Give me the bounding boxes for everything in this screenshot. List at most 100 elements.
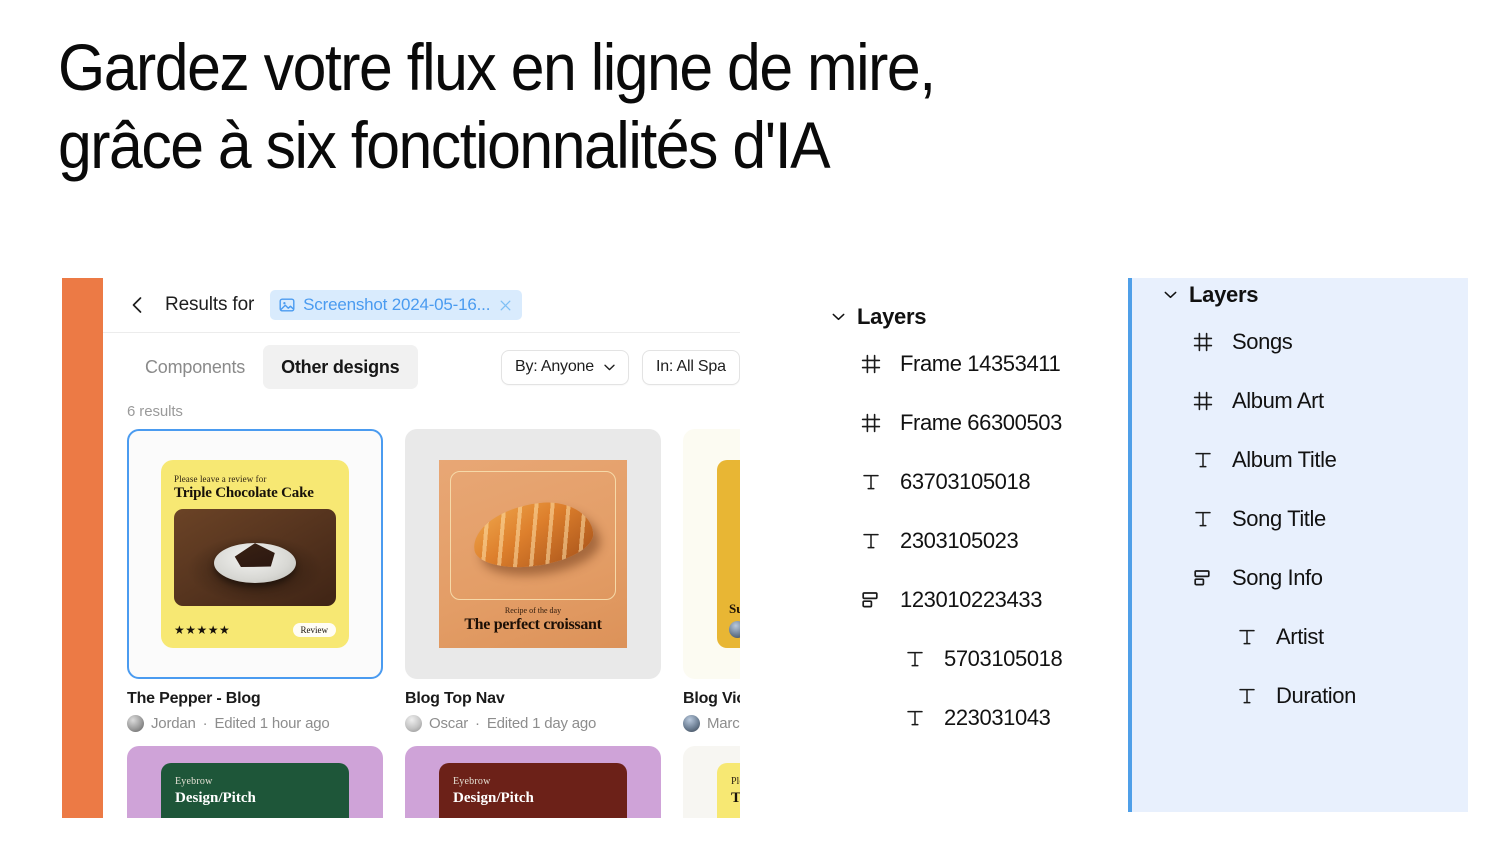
layer-row[interactable]: Duration	[1132, 666, 1468, 725]
orange-accent-rail	[62, 278, 103, 818]
layer-row[interactable]: Song Info	[1132, 548, 1468, 607]
result-card-subtitle: Oscar · Edited 1 day ago	[405, 715, 661, 732]
search-results-panel: Results for Screenshot 2024-05-16... Com…	[62, 278, 740, 818]
filter-in-all-spaces-label: In: All Spa	[655, 358, 726, 375]
results-grid-row-2: Eyebrow Design/Pitch Eyebrow Design/Pitc…	[103, 746, 740, 818]
review-pill: Review	[292, 623, 336, 637]
layers-section-header[interactable]: Layers	[826, 300, 1116, 334]
layer-label: 63703105018	[900, 468, 1031, 494]
tab-other-designs[interactable]: Other designs	[263, 345, 418, 389]
results-header: Results for Screenshot 2024-05-16...	[103, 278, 740, 332]
tab-components[interactable]: Components	[127, 345, 263, 389]
layer-label: 223031043	[944, 704, 1051, 730]
avatar	[729, 621, 740, 638]
layer-label: Album Art	[1232, 387, 1324, 413]
result-thumbnail[interactable]: Eyebrow Design/Pitch	[127, 746, 383, 818]
results-for-label: Results for	[165, 294, 255, 315]
result-thumbnail[interactable]: Ple Tr	[683, 746, 740, 818]
poster-title: Tr	[731, 790, 740, 806]
result-thumbnail[interactable]: Please leave a review for Triple Chocola…	[127, 429, 383, 679]
layer-row[interactable]: Frame 14353411	[826, 334, 1116, 393]
search-chip-label: Screenshot 2024-05-16...	[303, 295, 491, 314]
text-icon	[860, 530, 882, 552]
frame-icon	[1192, 390, 1214, 412]
result-card-author: Oscar	[429, 715, 469, 732]
layers-title: Layers	[1189, 282, 1259, 307]
frame-icon	[860, 353, 882, 375]
croissant-poster-art: Recipe of the day The perfect croissant	[439, 460, 627, 648]
text-icon	[904, 648, 926, 670]
review-poster-art: Ple Tr	[717, 763, 740, 818]
result-card[interactable]: Recipe of the day The perfect croissant …	[405, 429, 661, 732]
layer-row[interactable]: 5703105018	[826, 629, 1116, 688]
layer-row[interactable]: Album Art	[1132, 371, 1468, 430]
layer-label: Album Title	[1232, 446, 1337, 472]
layer-label: 123010223433	[900, 586, 1043, 612]
layer-row[interactable]: Frame 66300503	[826, 393, 1116, 452]
filter-by-anyone[interactable]: By: Anyone	[501, 349, 629, 385]
group-icon	[1192, 567, 1214, 589]
search-query-chip[interactable]: Screenshot 2024-05-16...	[270, 290, 523, 320]
layer-label: Songs	[1232, 328, 1293, 354]
result-card-title: Blog Vic	[683, 690, 740, 707]
poster-meta: M	[729, 621, 740, 638]
result-card-author: Jordan	[151, 715, 196, 732]
layer-label: 2303105023	[900, 527, 1019, 553]
layers-panel-right: Layers Songs Album Art Album Title Song …	[1128, 278, 1468, 812]
text-icon	[1236, 626, 1258, 648]
text-icon	[904, 707, 926, 729]
search-results-body: Results for Screenshot 2024-05-16... Com…	[103, 278, 740, 818]
layer-row[interactable]: Album Title	[1132, 430, 1468, 489]
layer-label: Frame 66300503	[900, 409, 1062, 435]
star-rating: ★★★★★	[174, 623, 231, 637]
result-card-meta: Blog Top Nav Oscar · Edited 1 day ago	[405, 679, 661, 732]
cake-photo	[174, 509, 336, 606]
filter-by-anyone-label: By: Anyone	[515, 358, 594, 375]
result-thumbnail[interactable]: Recipe of the day The perfect croissant	[405, 429, 661, 679]
result-card-meta: Blog Vic Marc	[683, 679, 740, 732]
layers-title: Layers	[857, 304, 927, 329]
frame-icon	[860, 412, 882, 434]
group-icon	[860, 589, 882, 611]
result-card-edited: Edited 1 hour ago	[214, 715, 330, 732]
layer-row[interactable]: Artist	[1132, 607, 1468, 666]
results-grid: Please leave a review for Triple Chocola…	[103, 429, 740, 732]
back-button[interactable]	[127, 295, 147, 315]
layers-section-header[interactable]: Layers	[1132, 278, 1468, 312]
result-card[interactable]: Sup M Blog Vic Marc	[683, 429, 740, 732]
poster-title: Triple Chocolate Cake	[174, 485, 314, 501]
layer-row[interactable]: 223031043	[826, 688, 1116, 747]
poster-footer: Recipe of the day The perfect croissant	[439, 606, 627, 634]
header-divider	[103, 332, 740, 333]
result-card[interactable]: Please leave a review for Triple Chocola…	[127, 429, 383, 732]
pitch-poster-art: Eyebrow Design/Pitch	[439, 763, 627, 818]
layer-label: Frame 14353411	[900, 350, 1061, 376]
poster-eyebrow: Please leave a review for	[174, 474, 267, 484]
layer-row[interactable]: 2303105023	[826, 511, 1116, 570]
yellow-poster-art: Sup M	[717, 460, 740, 648]
chevron-down-icon[interactable]	[832, 313, 845, 321]
poster-footer: Sup M	[717, 601, 740, 648]
text-icon	[1192, 449, 1214, 471]
pitch-poster-art: Eyebrow Design/Pitch	[161, 763, 349, 818]
filter-group: By: Anyone In: All Spa	[501, 345, 740, 389]
layer-row[interactable]: 123010223433	[826, 570, 1116, 629]
layer-label: Duration	[1276, 682, 1356, 708]
frame-icon	[1192, 331, 1214, 353]
layer-row[interactable]: Songs	[1132, 312, 1468, 371]
chevron-down-icon[interactable]	[1164, 291, 1177, 299]
avatar	[683, 715, 700, 732]
result-card-meta: The Pepper - Blog Jordan · Edited 1 hour…	[127, 679, 383, 732]
result-thumbnail[interactable]: Sup M	[683, 429, 740, 679]
results-count: 6 results	[127, 403, 183, 420]
layers-panel-middle: Layers Frame 14353411 Frame 66300503 637…	[826, 300, 1116, 812]
result-card-subtitle: Marc	[683, 715, 740, 732]
close-icon[interactable]	[498, 298, 513, 313]
result-thumbnail[interactable]: Eyebrow Design/Pitch	[405, 746, 661, 818]
layer-row[interactable]: 63703105018	[826, 452, 1116, 511]
results-toolbar: Components Other designs By: Anyone In: …	[103, 345, 740, 389]
layer-row[interactable]: Song Title	[1132, 489, 1468, 548]
chevron-left-icon	[132, 297, 142, 313]
page-title: Gardez votre flux en ligne de mire, grâc…	[58, 30, 936, 182]
filter-in-all-spaces[interactable]: In: All Spa	[641, 349, 740, 385]
